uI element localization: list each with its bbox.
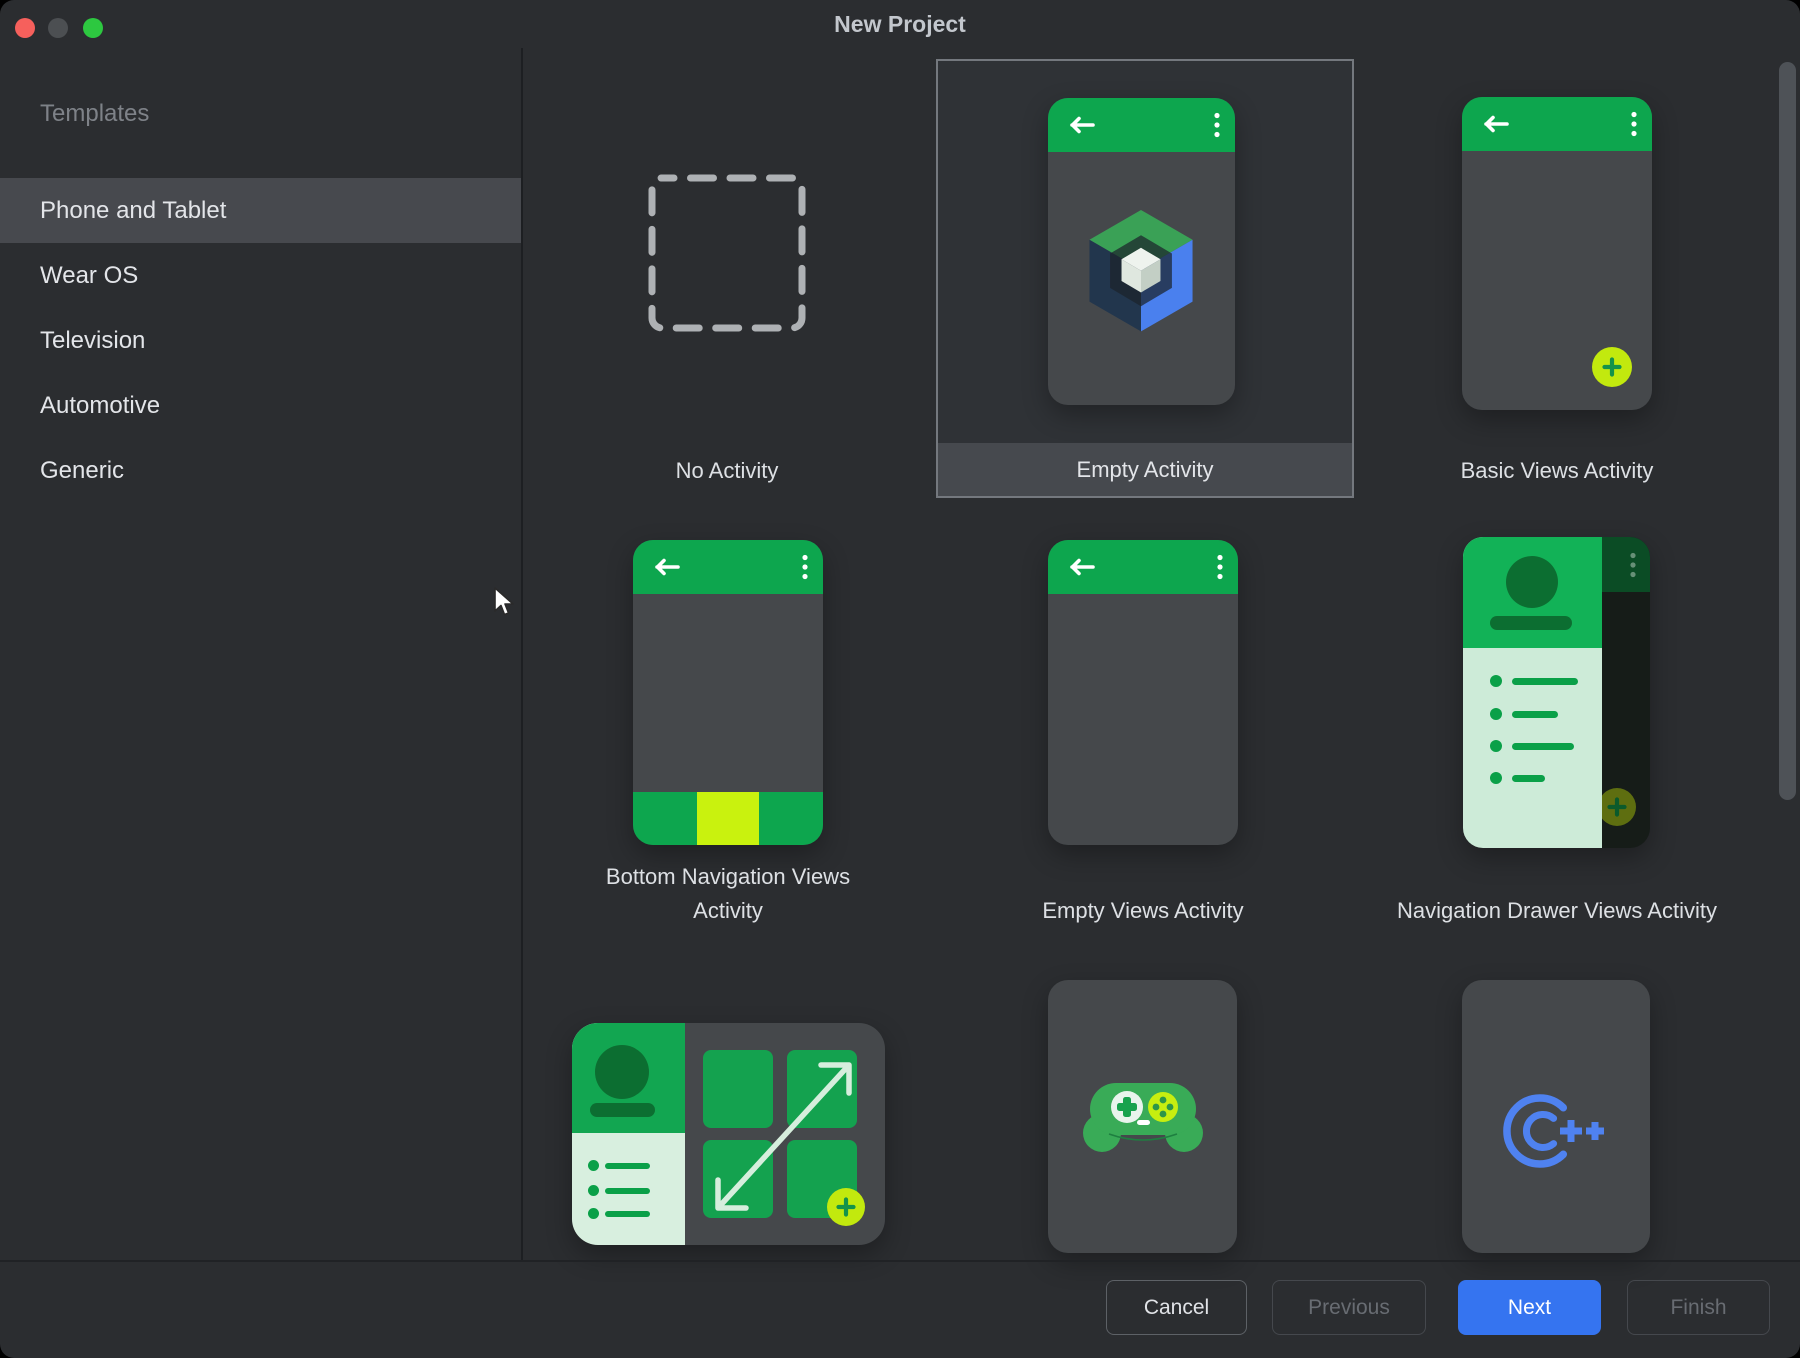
kebab-menu-icon <box>802 554 808 580</box>
template-empty-activity[interactable]: Empty Activity <box>936 59 1354 498</box>
template-label: No Activity <box>547 454 907 488</box>
window-title: New Project <box>0 11 1800 38</box>
kebab-menu-icon <box>1214 112 1220 138</box>
phone-preview <box>1462 980 1650 1253</box>
previous-button[interactable]: Previous <box>1272 1280 1426 1335</box>
template-label: Empty Views Activity <box>963 894 1323 928</box>
back-arrow-icon <box>653 558 681 576</box>
template-label: Empty Activity <box>938 443 1352 496</box>
new-project-dialog: New Project Templates Phone and Tablet W… <box>0 0 1800 1358</box>
app-bar <box>1462 97 1652 151</box>
kebab-menu-icon <box>1217 554 1223 580</box>
name-placeholder <box>590 1103 655 1117</box>
kebab-menu-icon <box>1630 552 1636 578</box>
phone-preview <box>1048 98 1235 405</box>
app-bar <box>1048 98 1235 152</box>
mouse-cursor-icon <box>492 586 516 618</box>
fab-plus-icon <box>1592 347 1632 387</box>
next-button[interactable]: Next <box>1458 1280 1601 1335</box>
app-bar <box>1048 540 1238 594</box>
sidebar-item-television[interactable]: Television <box>0 308 521 373</box>
sidebar-divider <box>521 48 523 1260</box>
sidebar-item-automotive[interactable]: Automotive <box>0 373 521 438</box>
fab-plus-icon <box>1598 788 1636 826</box>
avatar <box>595 1045 649 1099</box>
phone-preview <box>1462 97 1652 410</box>
template-label: Basic Views Activity <box>1377 454 1737 488</box>
game-controller-icon <box>1078 1077 1208 1157</box>
cancel-button[interactable]: Cancel <box>1106 1280 1247 1335</box>
sidebar-item-phone-and-tablet[interactable]: Phone and Tablet <box>0 178 521 243</box>
back-arrow-icon <box>1068 116 1096 134</box>
bottom-nav-bar <box>633 792 823 845</box>
nav-drawer-panel <box>572 1023 685 1245</box>
jetpack-compose-logo <box>1083 210 1199 336</box>
footer-divider <box>0 1260 1800 1262</box>
phone-preview <box>1048 980 1237 1253</box>
avatar <box>1506 556 1558 608</box>
fab-plus-icon <box>827 1188 865 1226</box>
phone-preview <box>1048 540 1238 845</box>
titlebar: New Project <box>0 0 1800 46</box>
sidebar-item-generic[interactable]: Generic <box>0 438 521 503</box>
back-arrow-icon <box>1482 115 1510 133</box>
back-arrow-icon <box>1068 558 1096 576</box>
phone-preview <box>1463 537 1650 848</box>
cpp-logo-icon <box>1496 1091 1606 1171</box>
finish-button[interactable]: Finish <box>1627 1280 1770 1335</box>
dashed-placeholder-icon <box>646 172 808 334</box>
scrollbar-thumb[interactable] <box>1779 62 1796 800</box>
template-label: Navigation Drawer Views Activity <box>1377 894 1737 928</box>
nav-drawer-panel <box>1463 537 1602 848</box>
kebab-menu-icon <box>1631 111 1637 137</box>
sidebar-item-wear-os[interactable]: Wear OS <box>0 243 521 308</box>
template-responsive-views-activity[interactable] <box>572 1023 885 1245</box>
template-label: Bottom Navigation Views Activity <box>578 860 878 928</box>
phone-preview <box>633 540 823 845</box>
bottom-nav-selected-tab <box>697 792 759 845</box>
templates-header: Templates <box>40 100 149 128</box>
name-placeholder <box>1490 616 1572 630</box>
app-bar <box>633 540 823 594</box>
